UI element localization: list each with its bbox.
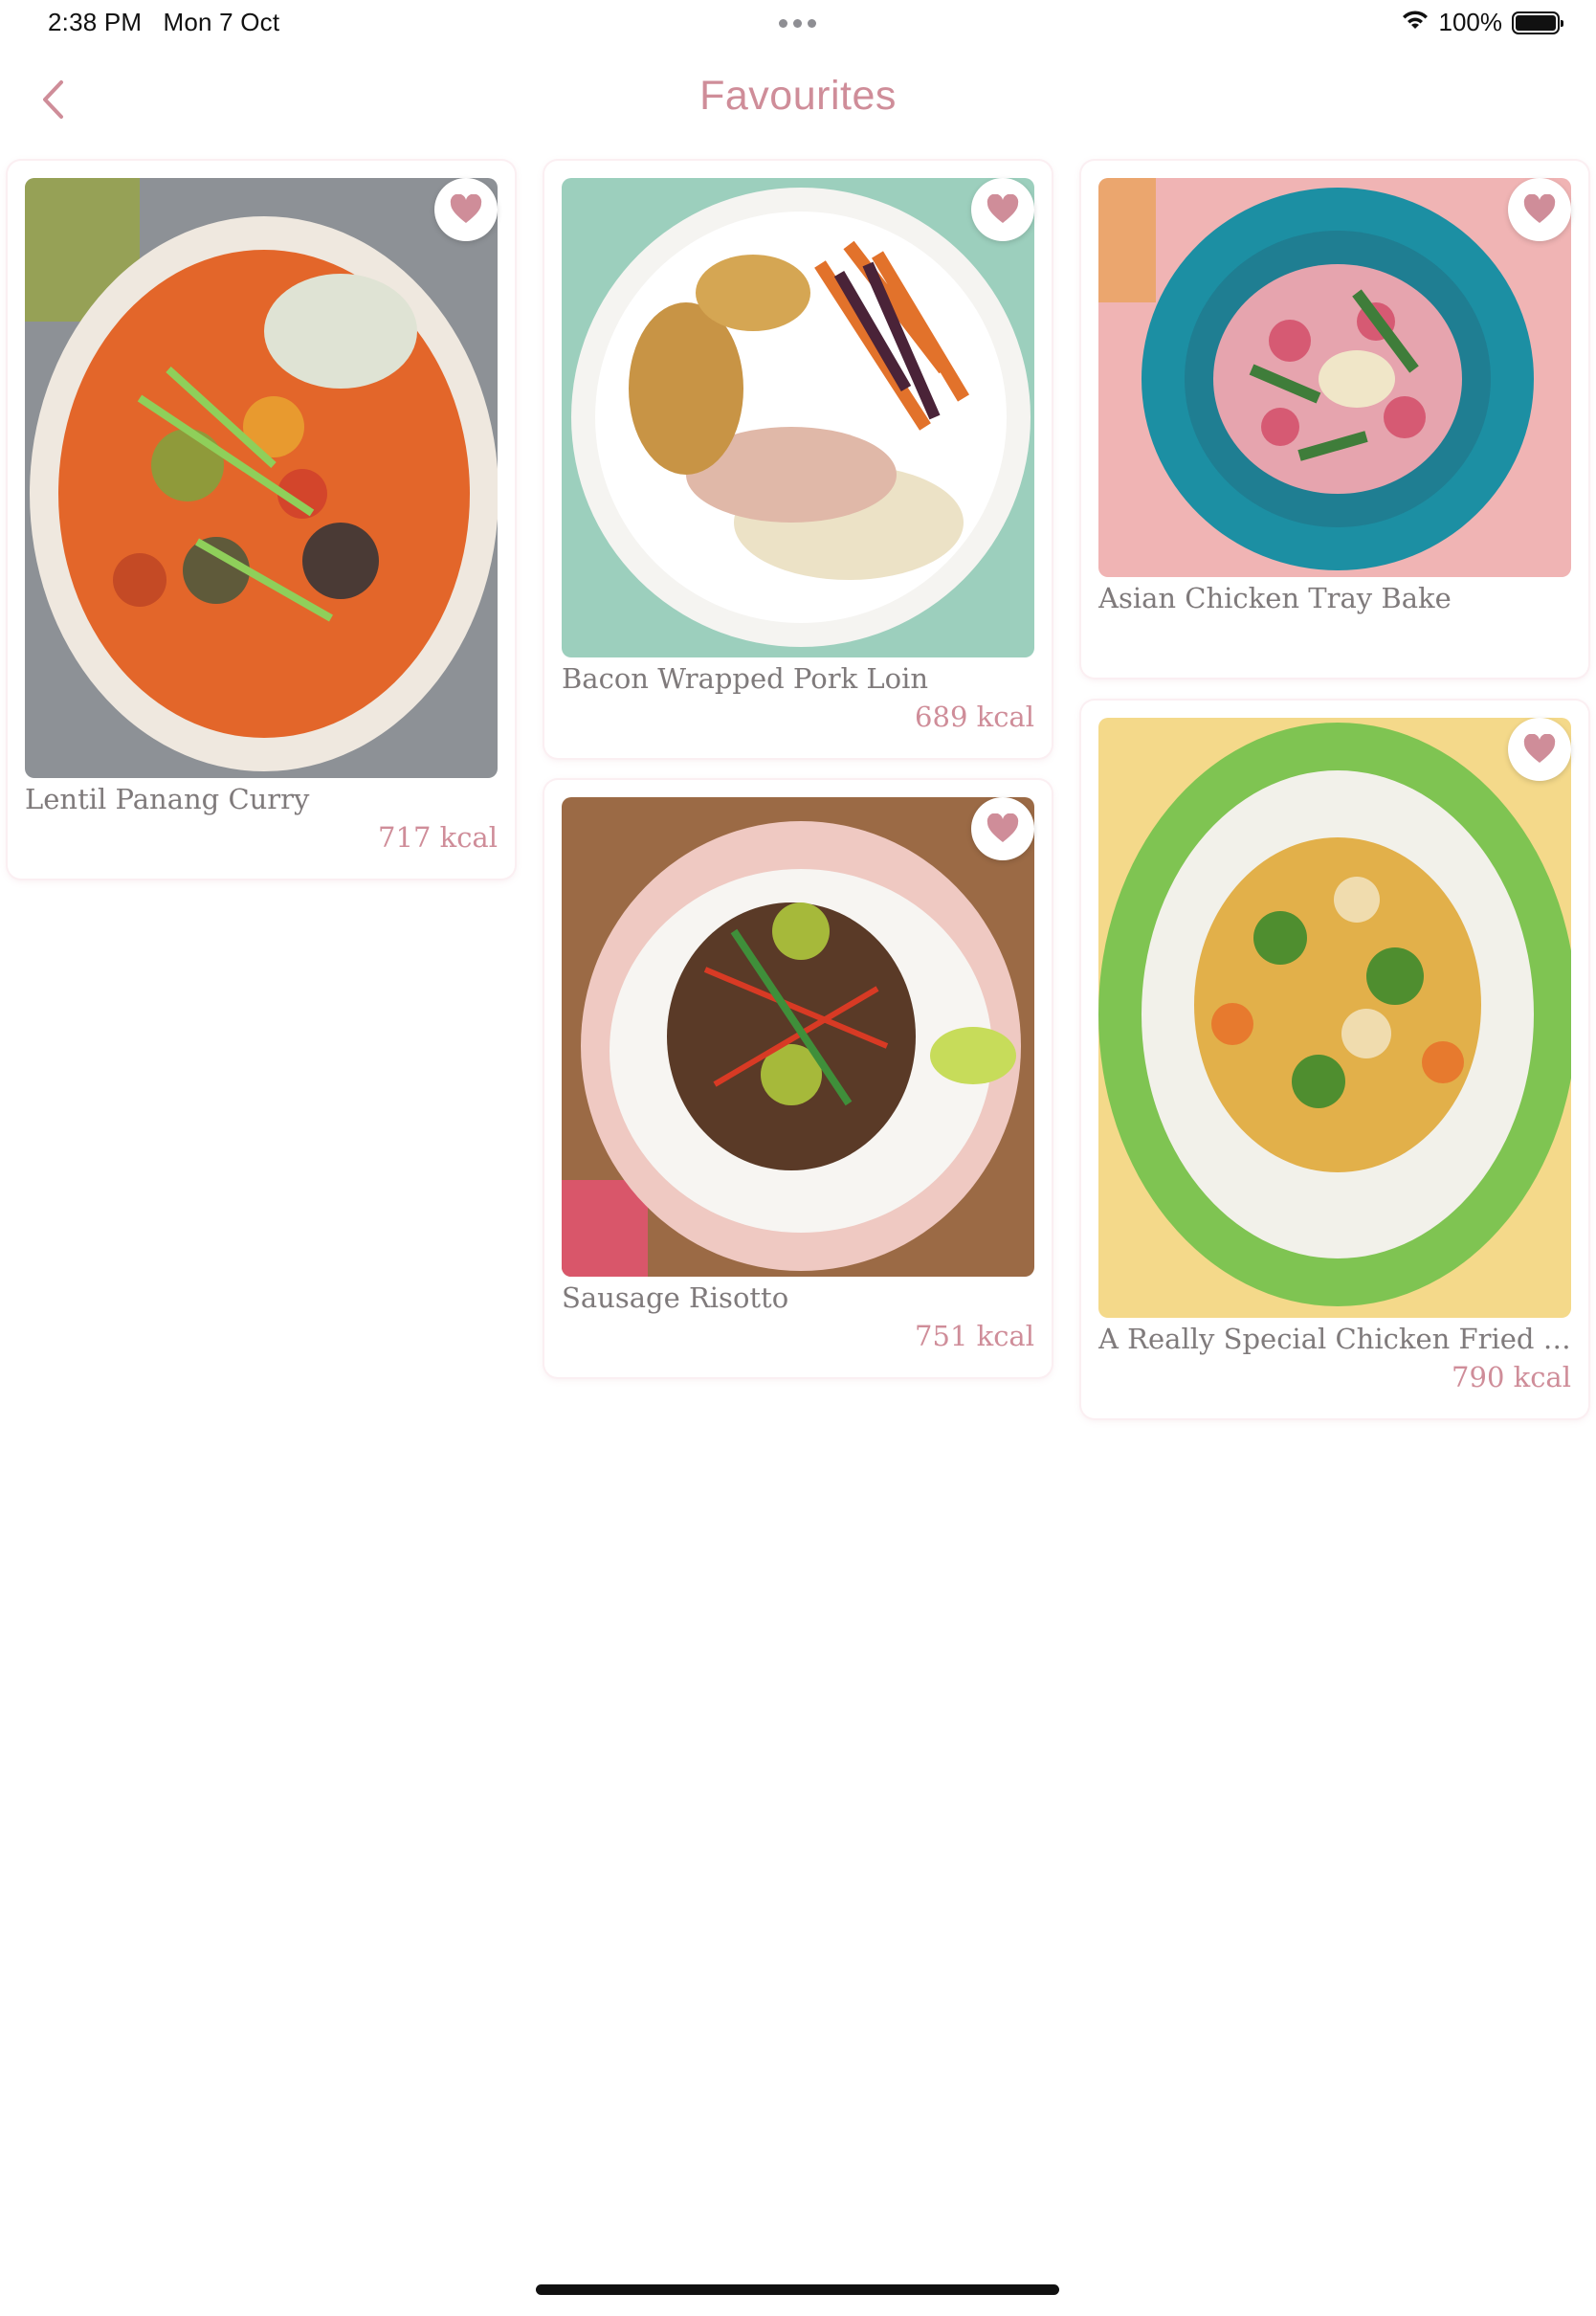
status-time: 2:38 PM Mon 7 Oct	[48, 8, 280, 36]
heart-icon	[986, 813, 1019, 842]
heart-icon	[986, 194, 1019, 223]
favourite-button[interactable]	[1508, 178, 1571, 241]
recipe-kcal: 790 kcal	[1452, 1361, 1571, 1393]
home-indicator[interactable]	[536, 2284, 1059, 2295]
recipe-card[interactable]: Bacon Wrapped Pork Loin 689 kcal	[544, 161, 1052, 758]
heart-icon	[1523, 194, 1556, 223]
recipe-image	[1098, 178, 1571, 577]
status-bar: 2:38 PM Mon 7 Oct 100%	[0, 0, 1596, 46]
recipe-card[interactable]: Sausage Risotto 751 kcal	[544, 780, 1052, 1377]
recipe-card[interactable]: Lentil Panang Curry 717 kcal	[8, 161, 515, 879]
battery-icon	[1512, 11, 1563, 34]
multitasking-dots-icon[interactable]	[779, 19, 816, 28]
recipe-card[interactable]: A Really Special Chicken Fried Ri... 790…	[1081, 701, 1588, 1418]
heart-icon	[450, 194, 482, 223]
heart-icon	[1523, 734, 1556, 763]
recipe-image	[25, 178, 498, 778]
recipe-image	[1098, 718, 1571, 1318]
navigation-bar: Favourites	[0, 56, 1596, 144]
recipe-name: Bacon Wrapped Pork Loin	[562, 662, 929, 695]
recipe-card[interactable]: Asian Chicken Tray Bake	[1081, 161, 1588, 678]
recipe-name: Sausage Risotto	[562, 1281, 789, 1314]
recipe-kcal: 751 kcal	[915, 1320, 1034, 1352]
battery-percent: 100%	[1438, 8, 1503, 36]
recipe-kcal: 717 kcal	[378, 821, 498, 854]
recipe-image	[562, 797, 1034, 1277]
favourite-button[interactable]	[434, 178, 498, 241]
favourite-button[interactable]	[1508, 718, 1571, 781]
recipe-image	[562, 178, 1034, 657]
wifi-icon	[1401, 9, 1430, 36]
recipe-name: Lentil Panang Curry	[25, 783, 310, 815]
recipe-name: A Really Special Chicken Fried Ri...	[1098, 1323, 1571, 1355]
page-title: Favourites	[699, 73, 897, 119]
recipe-kcal: 689 kcal	[915, 701, 1034, 733]
favourite-button[interactable]	[971, 797, 1034, 860]
recipe-name: Asian Chicken Tray Bake	[1098, 582, 1452, 614]
favourite-button[interactable]	[971, 178, 1034, 241]
